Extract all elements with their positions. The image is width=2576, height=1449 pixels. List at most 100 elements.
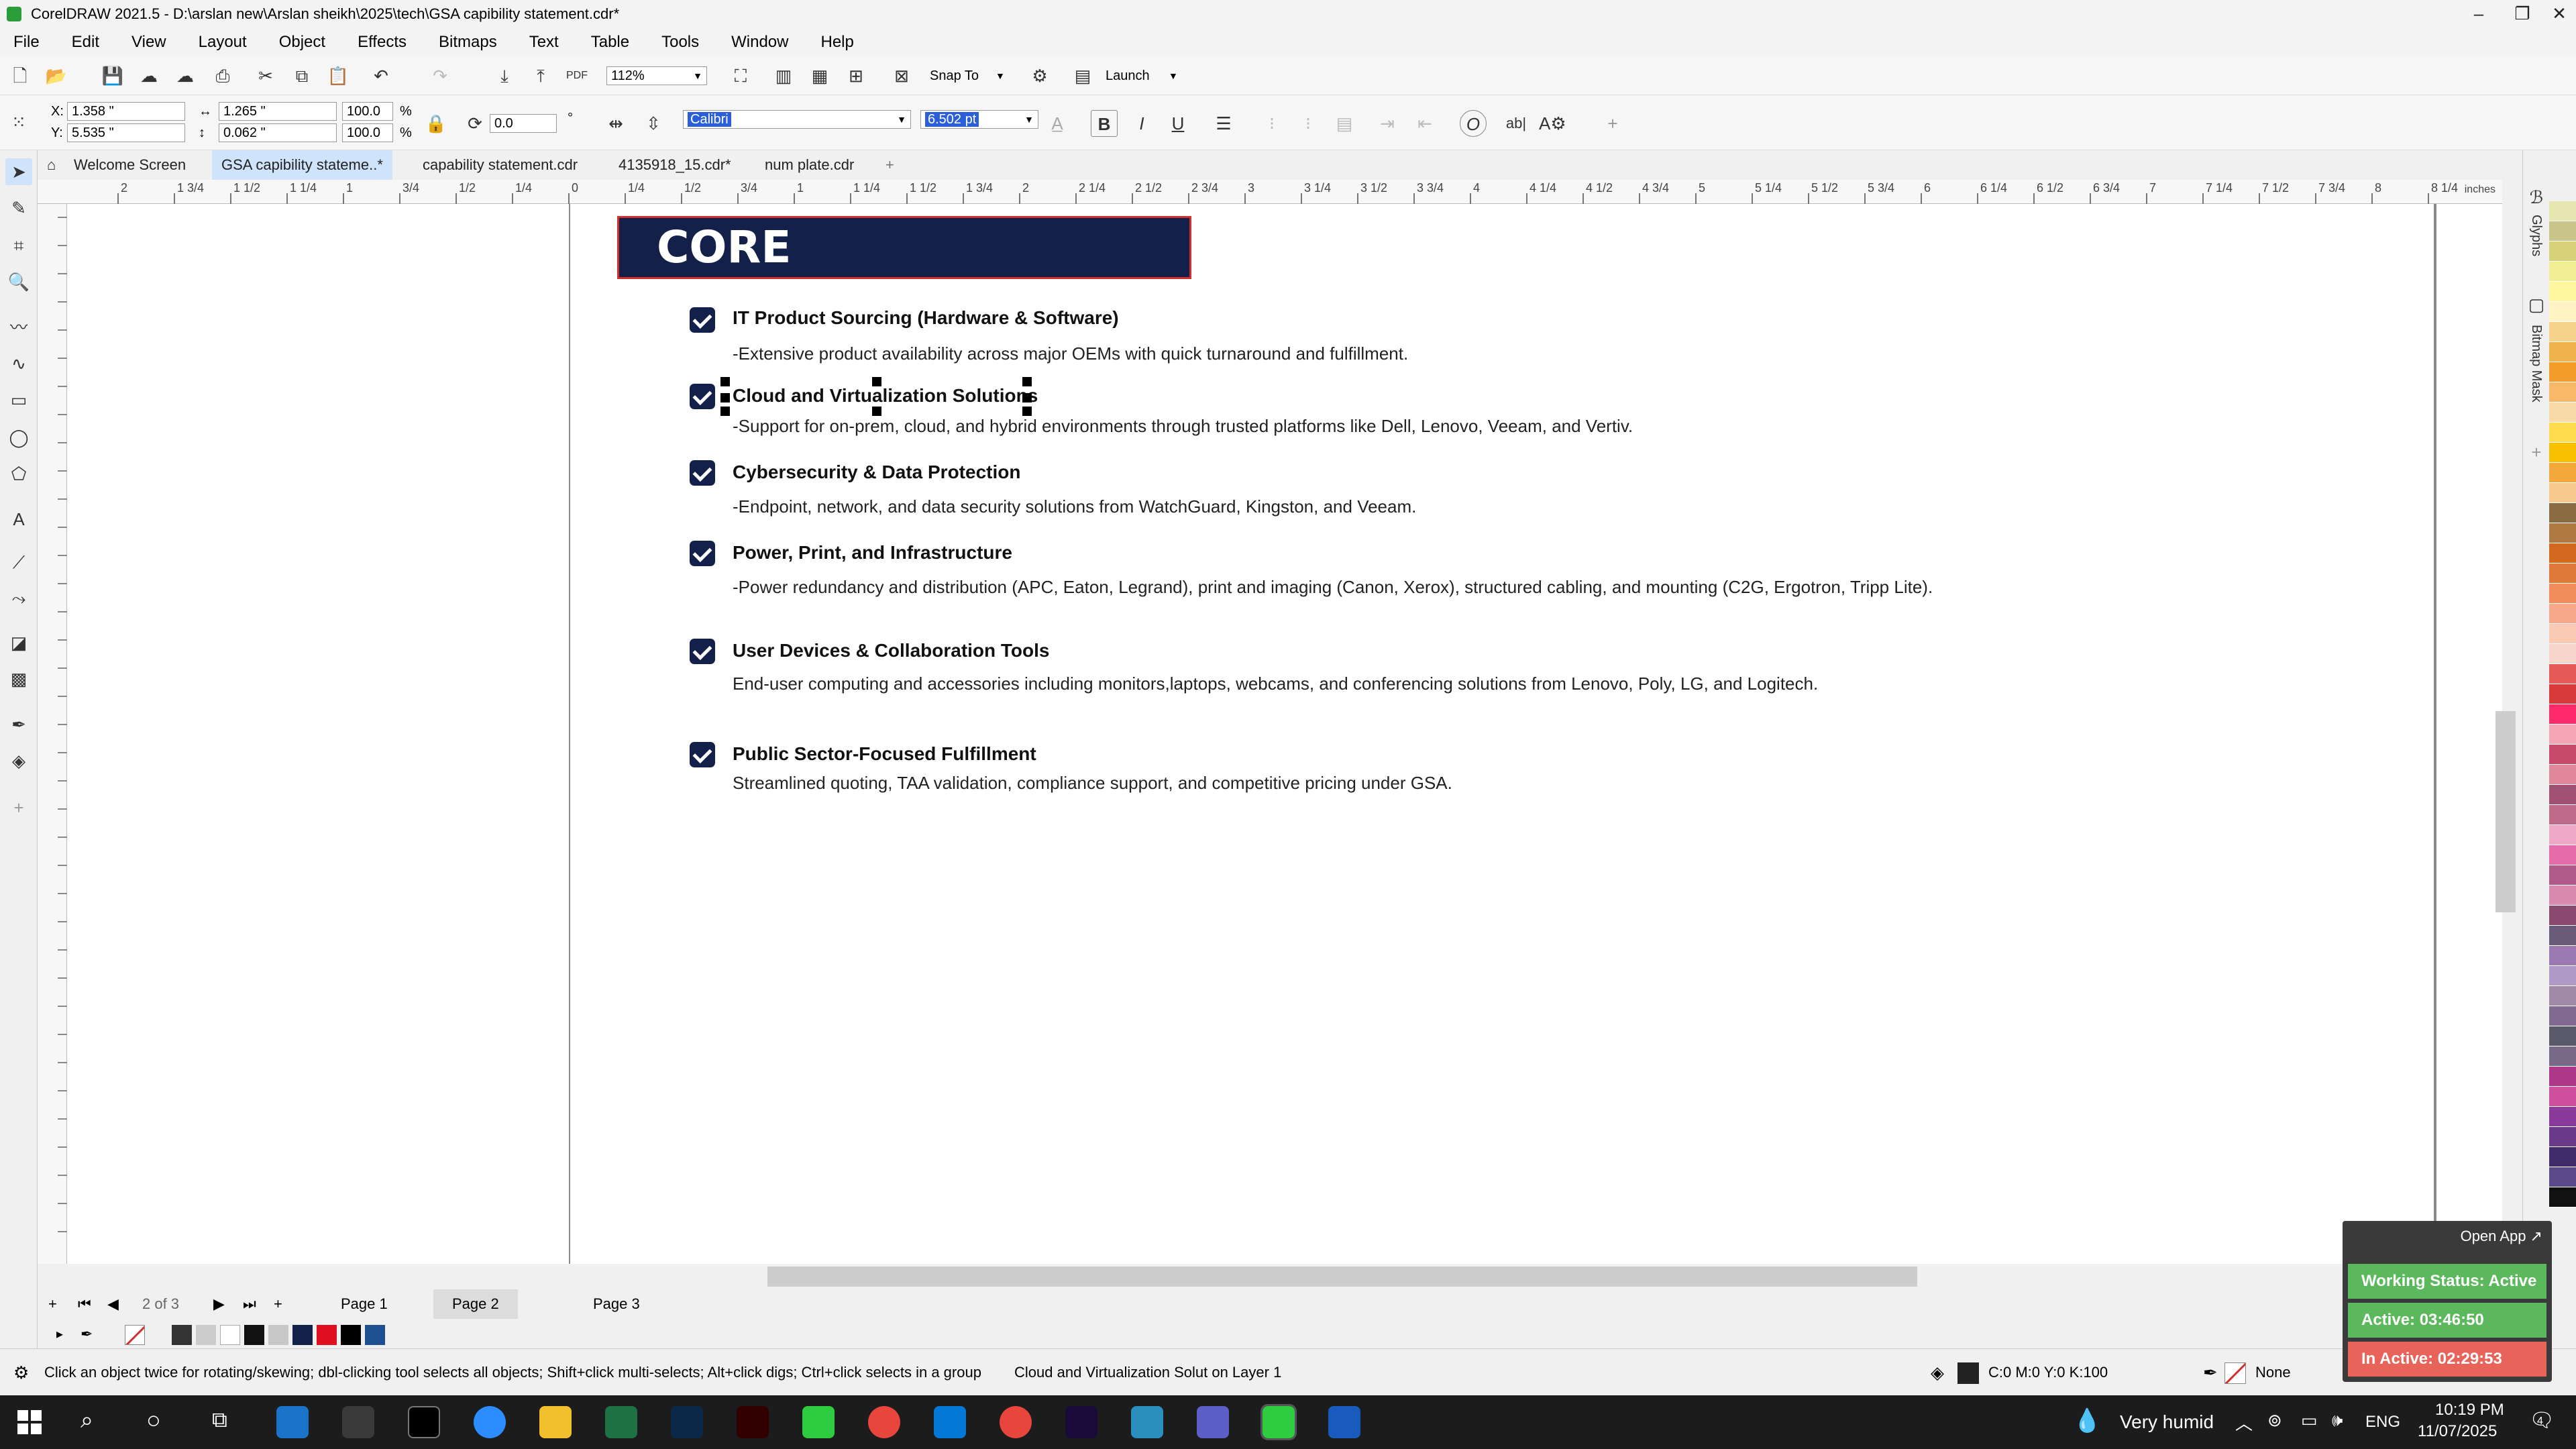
prev-page-icon[interactable]: ◀ [107,1287,119,1322]
vertical-ruler[interactable] [38,204,67,1264]
checkbox-icon[interactable] [690,742,715,767]
menu-table[interactable]: Table [591,28,629,56]
y-position-field[interactable]: 5.535 " [67,123,185,142]
palette-swatch[interactable] [2549,704,2576,724]
start-icon[interactable] [17,1410,42,1434]
menu-edit[interactable]: Edit [72,28,99,56]
swatch-blue[interactable] [365,1325,385,1345]
item-title-cybersecurity[interactable]: Cybersecurity & Data Protection [733,462,1020,483]
cortana-icon[interactable]: ○ [146,1406,161,1434]
palette-swatch[interactable] [2549,805,2576,825]
palette-swatch[interactable] [2549,302,2576,322]
search-icon[interactable]: ⌕ [80,1407,93,1434]
item-desc-cloud[interactable]: -Support for on-prem, cloud, and hybrid … [733,416,1633,437]
bullet-list-icon[interactable]: ⁝ [1258,110,1285,137]
connector-tool-icon[interactable]: ⤳ [5,585,32,612]
palette-swatch[interactable] [2549,684,2576,704]
minimize-button[interactable]: – [2455,0,2502,28]
close-button[interactable]: ✕ [2536,0,2576,28]
font-family-field[interactable]: Calibri ▼ [683,110,911,129]
rotate-icon[interactable]: ⟳ [462,110,488,137]
copy-icon[interactable]: ⧉ [288,62,315,89]
save-icon[interactable]: 💾 [99,62,126,89]
item-title-cloud[interactable]: Cloud and Virtualization Solutions [733,385,1038,407]
add-page-after-icon[interactable]: + [274,1287,282,1322]
palette-swatch[interactable] [2549,402,2576,423]
selection-handle[interactable] [720,393,730,402]
import-icon[interactable]: ⤓ [491,62,518,89]
menu-object[interactable]: Object [279,28,325,56]
polygon-tool-icon[interactable]: ⬠ [5,460,32,487]
font-list-icon[interactable]: A̲ [1044,110,1071,137]
ellipse-tool-icon[interactable]: ◯ [5,424,32,451]
item-title-power-print[interactable]: Power, Print, and Infrastructure [733,542,1012,564]
palette-swatch[interactable] [2549,543,2576,564]
mirror-horizontal-icon[interactable]: ⇹ [602,110,629,137]
item-desc-user-devices[interactable]: End-user computing and accessories inclu… [733,674,1818,694]
docker-tab-glyphs[interactable]: Glyphs [2528,215,2544,256]
clock-time[interactable]: 10:19 PM [2435,1401,2504,1419]
volume-icon[interactable]: 🕪 [2332,1410,2343,1432]
horizontal-ruler[interactable]: 2 1 3/4 1 1/2 1 1/4 1 3/4 1/2 1/4 0 1/4 1/2 3/4 1 1 1… [38,180,2502,204]
text-tool-icon[interactable]: A [5,506,32,533]
menu-text[interactable]: Text [529,28,559,56]
palette-swatch[interactable] [2549,906,2576,926]
add-docker-icon[interactable]: + [2523,439,2550,466]
launch-arrow-icon[interactable]: ▼ [1169,66,1178,85]
palette-swatch[interactable] [2549,282,2576,302]
cloud-upload-icon[interactable]: ☁ [136,62,162,89]
item-desc-it-sourcing[interactable]: -Extensive product availability across m… [733,343,1408,364]
zoom-icon[interactable] [474,1406,506,1438]
page-tab-3[interactable]: Page 3 [574,1289,659,1319]
alignment-guides-icon[interactable]: ⊠ [888,62,915,89]
selection-handle[interactable] [1022,393,1032,402]
palette-swatch[interactable] [2549,845,2576,865]
launch-icon[interactable]: ▤ [1069,62,1096,89]
selection-handle[interactable] [1022,377,1032,386]
menu-tools[interactable]: Tools [661,28,699,56]
palette-swatch[interactable] [2549,382,2576,402]
menu-layout[interactable]: Layout [199,28,247,56]
menu-file[interactable]: File [13,28,40,56]
palette-swatch[interactable] [2549,262,2576,282]
selection-handle[interactable] [720,377,730,386]
opentype-icon[interactable]: O [1460,110,1487,137]
palette-swatch[interactable] [2549,483,2576,503]
height-field[interactable]: 0.062 " [219,123,337,142]
swatch-black-2[interactable] [341,1325,361,1345]
edge-icon[interactable] [276,1406,309,1438]
last-page-icon[interactable]: ⏭ [243,1287,256,1322]
chrome-icon[interactable] [868,1406,900,1438]
palette-swatch[interactable] [2549,322,2576,342]
crop-tool-icon[interactable]: ⌗ [5,232,32,259]
teams-icon[interactable] [1197,1406,1229,1438]
word-icon[interactable] [1328,1406,1360,1438]
open-app-link[interactable]: Open App ↗ [2461,1228,2542,1245]
vscode-icon[interactable] [934,1406,966,1438]
full-screen-icon[interactable]: ⛶ [727,62,754,89]
numbered-list-icon[interactable]: ⁝ [1295,110,1322,137]
terminal-icon[interactable] [408,1406,440,1438]
color-palette[interactable] [2549,201,2576,1268]
redo-icon[interactable]: ↷ [427,62,453,89]
selection-handle[interactable] [1022,407,1032,416]
no-color-swatch[interactable] [125,1325,145,1345]
swatch-navy[interactable] [292,1325,313,1345]
palette-swatch[interactable] [2549,1167,2576,1187]
core-competencies-banner[interactable]: CORE COMPETENCIES [617,216,1191,332]
selection-handle[interactable] [720,407,730,416]
item-title-public-sector[interactable]: Public Sector-Focused Fulfillment [733,743,1036,765]
palette-swatch[interactable] [2549,624,2576,644]
tab-gsa-capibility-statement[interactable]: GSA capibility stateme..* [212,150,392,180]
menu-window[interactable]: Window [731,28,788,56]
item-title-it-sourcing[interactable]: IT Product Sourcing (Hardware & Software… [733,307,1119,329]
outdent-icon[interactable]: ⇤ [1411,110,1438,137]
palette-swatch[interactable] [2549,785,2576,805]
glyphs-icon[interactable]: ℬ [2523,184,2550,211]
palette-swatch[interactable] [2549,362,2576,382]
fill-color-swatch[interactable] [1957,1362,1979,1384]
premiere-icon[interactable] [1065,1406,1097,1438]
item-desc-cybersecurity[interactable]: -Endpoint, network, and data security so… [733,496,1416,517]
home-icon[interactable]: ⌂ [38,150,65,180]
weather-text[interactable]: Very humid [2120,1411,2214,1433]
